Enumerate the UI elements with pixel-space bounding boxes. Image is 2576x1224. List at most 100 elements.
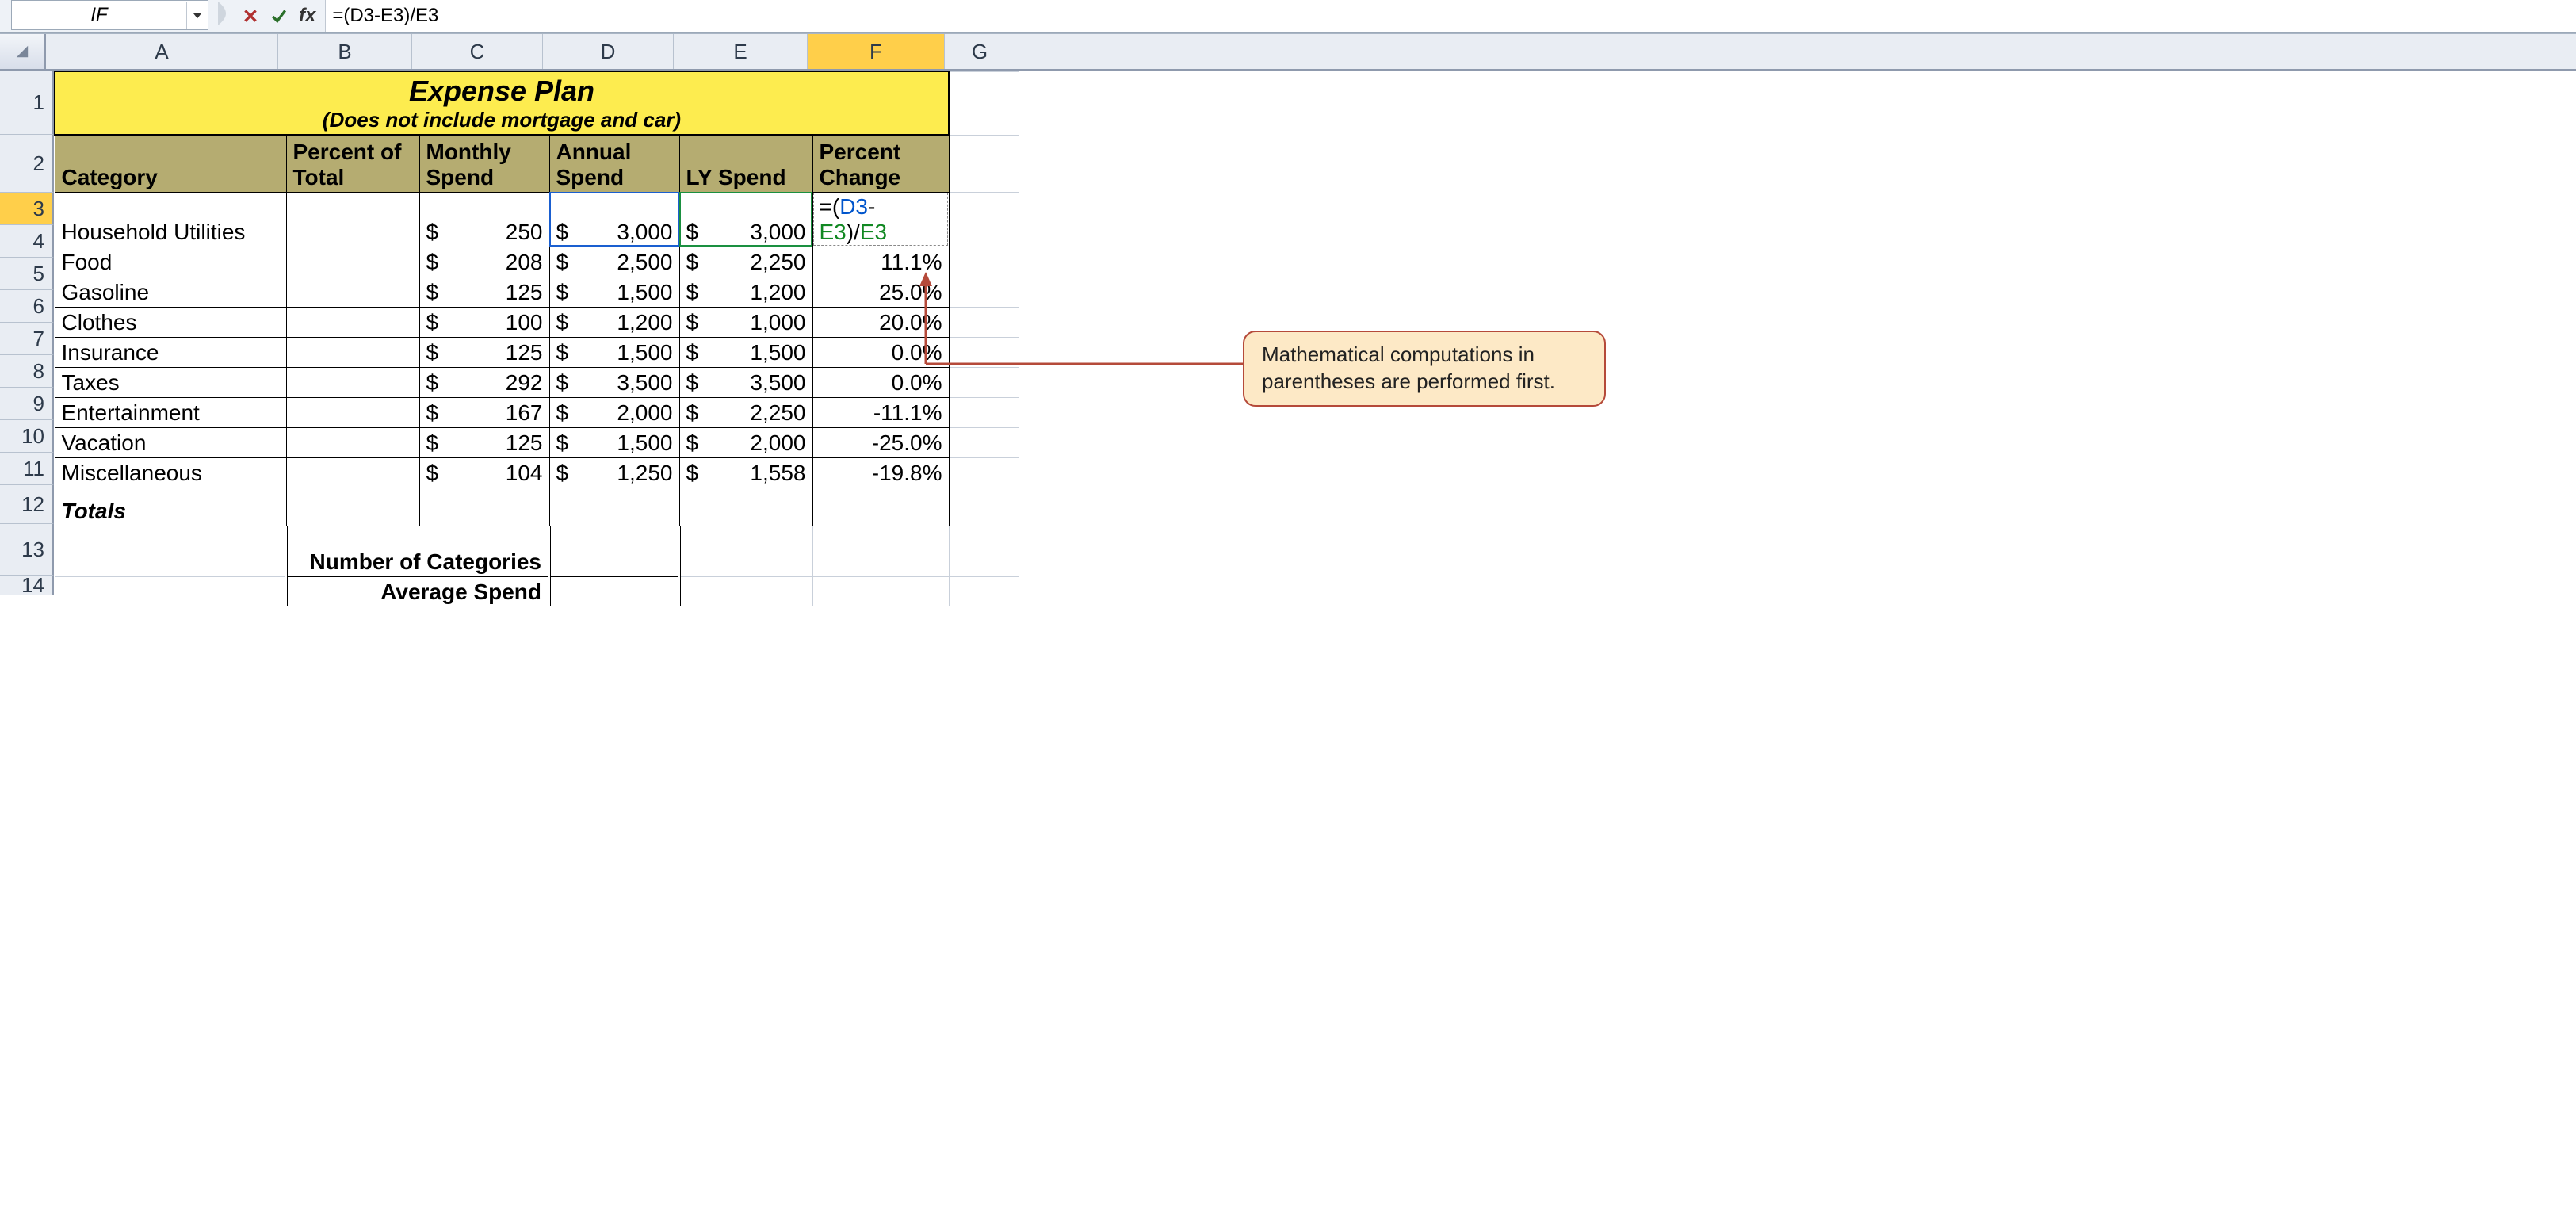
cell-G13[interactable]: [949, 526, 1019, 576]
cell-A13[interactable]: [55, 526, 286, 576]
cell-F9[interactable]: -11.1%: [812, 397, 949, 427]
cell-G8[interactable]: [949, 367, 1019, 397]
cell-G7[interactable]: [949, 337, 1019, 367]
cell-G14[interactable]: [949, 576, 1019, 606]
cell-C7[interactable]: $125: [419, 337, 549, 367]
cell-A12[interactable]: Totals: [55, 488, 286, 526]
enter-button[interactable]: [266, 2, 292, 29]
cell-F14[interactable]: [812, 576, 949, 606]
cell-E6[interactable]: $1,000: [679, 307, 812, 337]
formula-input[interactable]: =(D3-E3)/E3: [325, 0, 2576, 32]
cell-D3[interactable]: $3,000: [549, 192, 679, 247]
row-header-13[interactable]: 13: [0, 524, 54, 576]
cell-G6[interactable]: [949, 307, 1019, 337]
cell-C11[interactable]: $104: [419, 457, 549, 488]
cell-A10[interactable]: Vacation: [55, 427, 286, 457]
hdr-percent-total[interactable]: Percent of Total: [286, 135, 419, 192]
cell-D5[interactable]: $1,500: [549, 277, 679, 307]
cell-B9[interactable]: [286, 397, 419, 427]
cell-C12[interactable]: [419, 488, 549, 526]
col-header-D[interactable]: D: [543, 34, 674, 69]
cell-E10[interactable]: $2,000: [679, 427, 812, 457]
row-header-10[interactable]: 10: [0, 420, 54, 453]
cell-C10[interactable]: $125: [419, 427, 549, 457]
row-header-1[interactable]: 1: [0, 71, 54, 135]
row-header-3[interactable]: 3: [0, 193, 54, 225]
cell-D9[interactable]: $2,000: [549, 397, 679, 427]
cell-G5[interactable]: [949, 277, 1019, 307]
col-header-F[interactable]: F: [808, 34, 945, 69]
cell-E4[interactable]: $2,250: [679, 247, 812, 277]
cell-A5[interactable]: Gasoline: [55, 277, 286, 307]
cell-B10[interactable]: [286, 427, 419, 457]
cell-E11[interactable]: $1,558: [679, 457, 812, 488]
cell-B3[interactable]: [286, 192, 419, 247]
hdr-annual[interactable]: Annual Spend: [549, 135, 679, 192]
select-all-button[interactable]: [0, 34, 46, 69]
col-header-G[interactable]: G: [945, 34, 1015, 69]
cells-area[interactable]: Expense Plan (Does not include mortgage …: [54, 71, 1019, 606]
cell-D12[interactable]: [549, 488, 679, 526]
cell-E5[interactable]: $1,200: [679, 277, 812, 307]
cell-F3-formula[interactable]: =(D3-E3)/E3: [812, 192, 949, 247]
cell-E9[interactable]: $2,250: [679, 397, 812, 427]
cell-E14[interactable]: [679, 576, 812, 606]
cell-D10[interactable]: $1,500: [549, 427, 679, 457]
row-header-7[interactable]: 7: [0, 323, 54, 355]
cell-G11[interactable]: [949, 457, 1019, 488]
cell-F10[interactable]: -25.0%: [812, 427, 949, 457]
cell-B5[interactable]: [286, 277, 419, 307]
hdr-pct-change[interactable]: Percent Change: [812, 135, 949, 192]
row-header-9[interactable]: 9: [0, 388, 54, 420]
cell-F5[interactable]: 25.0%: [812, 277, 949, 307]
cell-G3[interactable]: [949, 192, 1019, 247]
cell-C8[interactable]: $292: [419, 367, 549, 397]
cell-avg-spend[interactable]: Average Spend: [286, 576, 549, 606]
cell-E13[interactable]: [679, 526, 812, 576]
hdr-monthly[interactable]: Monthly Spend: [419, 135, 549, 192]
row-header-2[interactable]: 2: [0, 135, 54, 193]
cell-B8[interactable]: [286, 367, 419, 397]
cell-D13[interactable]: [549, 526, 679, 576]
cell-G10[interactable]: [949, 427, 1019, 457]
cell-A9[interactable]: Entertainment: [55, 397, 286, 427]
col-header-B[interactable]: B: [278, 34, 412, 69]
cell-F4[interactable]: 11.1%: [812, 247, 949, 277]
cell-D8[interactable]: $3,500: [549, 367, 679, 397]
cell-B7[interactable]: [286, 337, 419, 367]
cell-C5[interactable]: $125: [419, 277, 549, 307]
row-header-5[interactable]: 5: [0, 258, 54, 290]
cell-B12[interactable]: [286, 488, 419, 526]
cell-F7[interactable]: 0.0%: [812, 337, 949, 367]
cell-D14[interactable]: [549, 576, 679, 606]
cell-G4[interactable]: [949, 247, 1019, 277]
cell-A8[interactable]: Taxes: [55, 367, 286, 397]
hdr-ly[interactable]: LY Spend: [679, 135, 812, 192]
cell-C6[interactable]: $100: [419, 307, 549, 337]
cell-G1[interactable]: [949, 71, 1019, 135]
cancel-button[interactable]: [237, 2, 264, 29]
cell-A14[interactable]: [55, 576, 286, 606]
cell-title[interactable]: Expense Plan (Does not include mortgage …: [55, 71, 949, 135]
hdr-category[interactable]: Category: [55, 135, 286, 192]
row-header-8[interactable]: 8: [0, 355, 54, 388]
col-header-C[interactable]: C: [412, 34, 543, 69]
name-box[interactable]: IF: [11, 0, 208, 30]
col-header-E[interactable]: E: [674, 34, 808, 69]
cell-B4[interactable]: [286, 247, 419, 277]
col-header-A[interactable]: A: [46, 34, 278, 69]
cell-num-categories[interactable]: Number of Categories: [286, 526, 549, 576]
cell-B11[interactable]: [286, 457, 419, 488]
row-header-4[interactable]: 4: [0, 225, 54, 258]
cell-D11[interactable]: $1,250: [549, 457, 679, 488]
cell-A11[interactable]: Miscellaneous: [55, 457, 286, 488]
row-header-14[interactable]: 14: [0, 576, 54, 595]
cell-B6[interactable]: [286, 307, 419, 337]
cell-A6[interactable]: Clothes: [55, 307, 286, 337]
cell-G12[interactable]: [949, 488, 1019, 526]
cell-A3[interactable]: Household Utilities: [55, 192, 286, 247]
cell-D6[interactable]: $1,200: [549, 307, 679, 337]
cell-A7[interactable]: Insurance: [55, 337, 286, 367]
cell-F6[interactable]: 20.0%: [812, 307, 949, 337]
cell-A4[interactable]: Food: [55, 247, 286, 277]
